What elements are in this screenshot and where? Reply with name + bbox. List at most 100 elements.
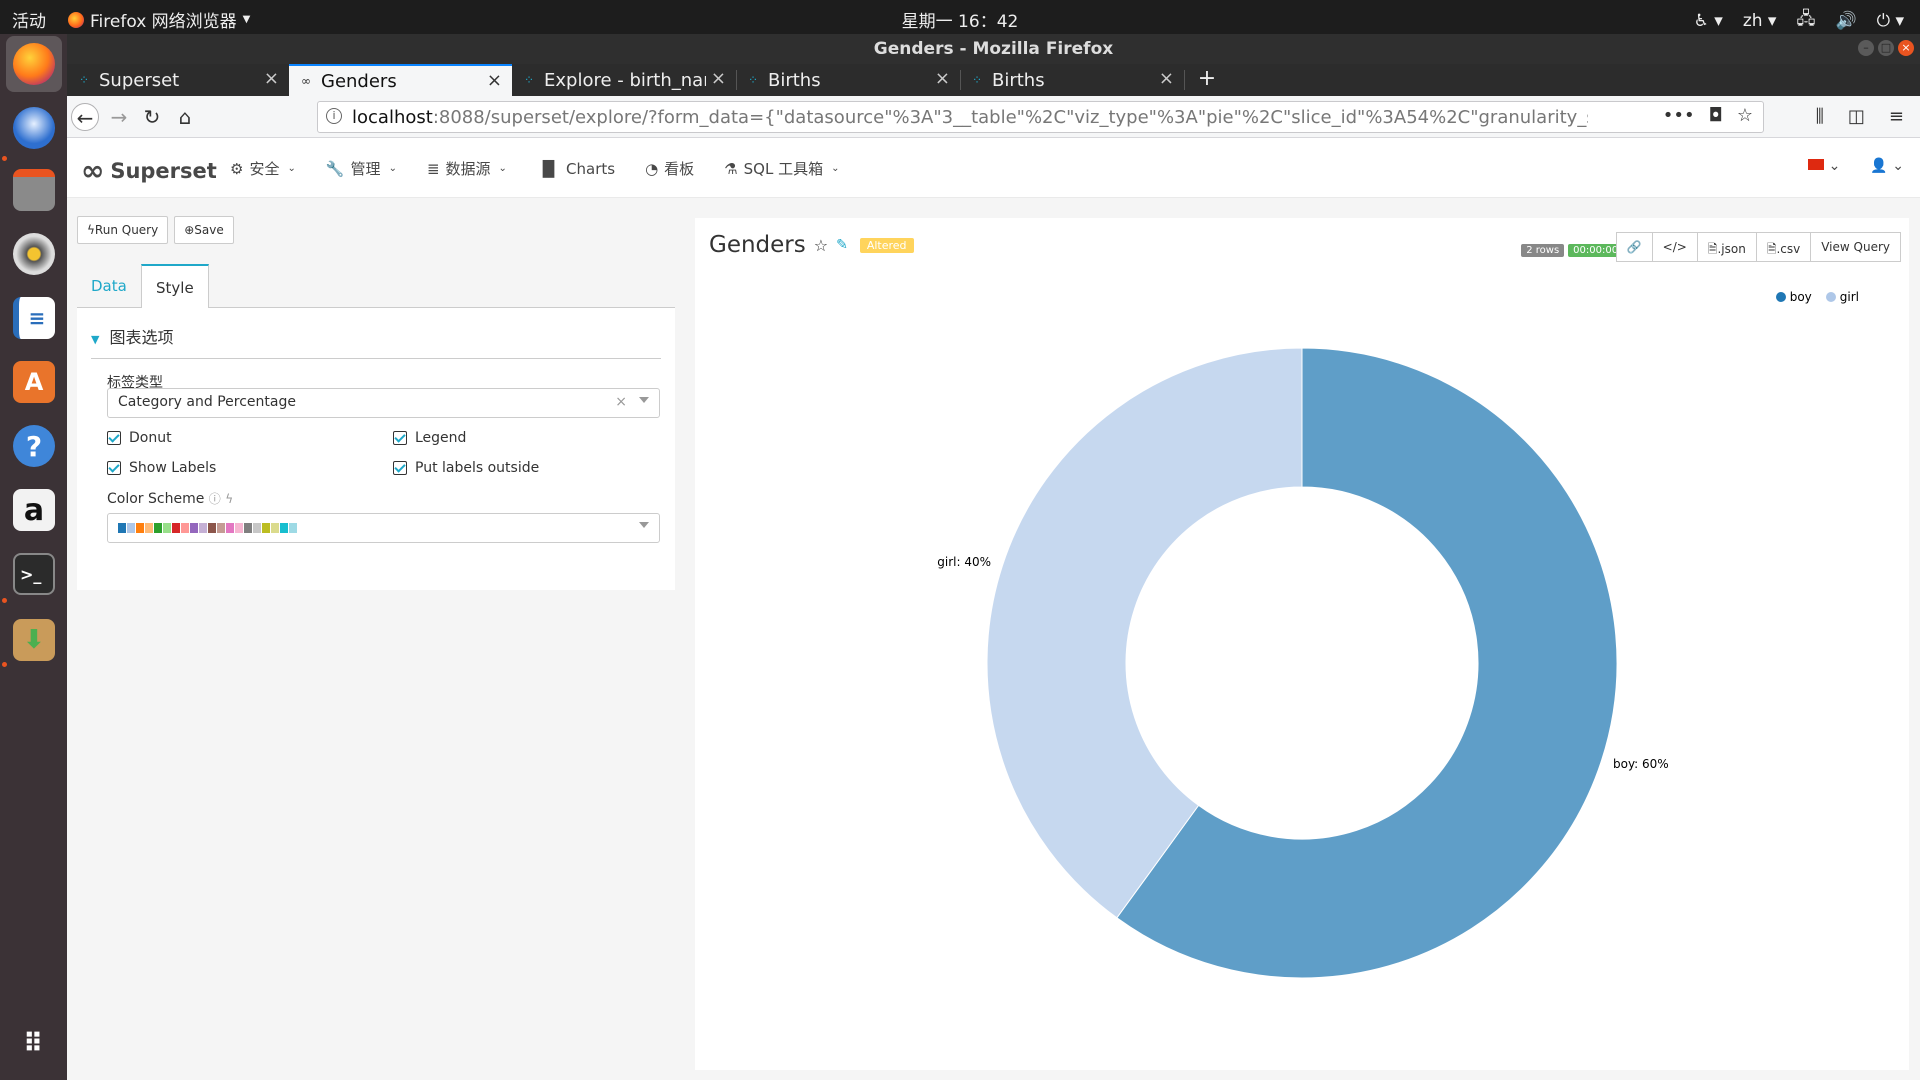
language-switcher[interactable]: ⌄ — [1808, 158, 1840, 174]
user-menu[interactable]: 👤 ⌄ — [1870, 158, 1904, 174]
dock-firefox[interactable] — [6, 36, 62, 92]
new-tab-button[interactable]: + — [1191, 64, 1223, 96]
dock-amazon[interactable]: a — [6, 482, 62, 538]
dropdown-arrow-icon[interactable] — [639, 397, 649, 403]
tab-explore-birth-names[interactable]: ⁘ Explore - birth_names × — [512, 64, 736, 96]
activities-button[interactable]: 活动 — [12, 7, 46, 32]
database-icon: ≣ — [426, 159, 440, 178]
show-apps-button[interactable]: ⠿ — [6, 1016, 62, 1072]
dock-writer[interactable]: ≡ — [6, 290, 62, 346]
close-tab-icon[interactable]: × — [1159, 68, 1174, 89]
sidebar-icon[interactable]: ◫ — [1848, 106, 1865, 127]
chevron-down-icon: ⌄ — [388, 163, 397, 174]
library-icon[interactable]: ⫼ — [1816, 106, 1824, 127]
tab-style[interactable]: Style — [141, 264, 209, 309]
maximize-button[interactable]: □ — [1878, 40, 1894, 56]
power-icon[interactable]: ⏻ ▾ — [1877, 11, 1904, 31]
accessibility-icon[interactable]: ♿ ▾ — [1694, 11, 1723, 31]
favorite-star-icon[interactable]: ☆ — [814, 236, 828, 255]
view-query-button[interactable]: View Query — [1810, 232, 1901, 262]
menu-security[interactable]: ⚙ 安全 ⌄ — [230, 158, 296, 179]
close-tab-icon[interactable]: × — [711, 68, 726, 89]
close-tab-icon[interactable]: × — [935, 68, 950, 89]
embed-code-button[interactable]: </> — [1651, 232, 1698, 262]
back-button[interactable]: ← — [71, 103, 99, 131]
legend-checkbox[interactable]: Legend — [393, 430, 466, 446]
menu-charts[interactable]: ▐▌ Charts — [537, 158, 615, 179]
tab-births-2[interactable]: ⁘ Births × — [960, 64, 1184, 96]
save-button[interactable]: ⊕Save — [174, 216, 234, 244]
tab-genders[interactable]: ∞ Genders × — [289, 64, 512, 96]
labels-outside-checkbox[interactable]: Put labels outside — [393, 460, 539, 476]
show-labels-checkbox[interactable]: Show Labels — [107, 460, 216, 476]
volume-icon[interactable]: 🔊 — [1835, 11, 1856, 31]
bolt-icon: ϟ — [87, 223, 95, 237]
chart-title: Genders ☆ ✎ Altered — [709, 232, 914, 258]
site-info-icon[interactable]: i — [326, 108, 342, 124]
url-path: :8088/superset/explore/?form_data={"data… — [432, 107, 1588, 128]
tab-bar: ⁘ Superset × ∞ Genders × ⁘ Explore - bir… — [67, 64, 1920, 96]
china-flag-icon — [1808, 159, 1825, 170]
dock-software[interactable]: A — [6, 354, 62, 410]
package-installer-icon: ⬇ — [13, 619, 55, 661]
legend-dot — [1775, 292, 1786, 302]
dock-help[interactable]: ? — [6, 418, 62, 474]
clock[interactable]: 星期一 16：42 — [902, 12, 1019, 32]
dock-thunderbird[interactable] — [6, 100, 62, 156]
info-icon[interactable]: ⓘ — [209, 492, 221, 506]
dock-rhythmbox[interactable] — [6, 226, 62, 282]
bolt-icon: ϟ — [225, 492, 234, 506]
export-json-button[interactable]: 🗎.json — [1696, 232, 1757, 262]
url-text[interactable]: localhost:8088/superset/explore/?form_da… — [352, 107, 1588, 128]
copy-link-button[interactable]: 🔗 — [1615, 232, 1653, 262]
export-csv-button[interactable]: 🗎.csv — [1755, 232, 1812, 262]
superset-favicon: ⁘ — [79, 73, 90, 87]
menu-sources[interactable]: ≣ 数据源 ⌄ — [427, 158, 507, 179]
hamburger-menu-icon[interactable]: ≡ — [1889, 106, 1904, 127]
superset-brand[interactable]: ∞ Superset — [81, 154, 217, 187]
dock-files[interactable] — [6, 162, 62, 218]
forward-button[interactable]: → — [105, 103, 133, 131]
gears-icon: ⚙ — [230, 159, 244, 178]
clear-icon[interactable]: × — [615, 394, 627, 410]
menu-manage[interactable]: 🔧 管理 ⌄ — [326, 158, 397, 179]
bookmark-star-icon[interactable]: ☆ — [1737, 105, 1753, 126]
files-icon — [13, 169, 55, 211]
color-swatch — [127, 523, 135, 533]
close-window-button[interactable]: × — [1898, 40, 1914, 56]
section-chart-options[interactable]: ▼ 图表选项 — [91, 324, 661, 359]
minimize-button[interactable]: – — [1858, 40, 1874, 56]
run-query-button[interactable]: ϟRun Query — [77, 216, 169, 244]
dropdown-arrow-icon[interactable] — [639, 522, 649, 528]
color-swatches — [118, 523, 297, 533]
checkbox-label: Put labels outside — [415, 460, 540, 476]
color-swatch — [208, 523, 216, 533]
close-tab-icon[interactable]: × — [264, 68, 279, 89]
tab-births[interactable]: ⁘ Births × — [736, 64, 960, 96]
dock-terminal[interactable]: >_ — [6, 546, 62, 602]
dock-installer[interactable]: ⬇ — [6, 612, 62, 668]
home-button[interactable]: ⌂ — [171, 103, 199, 131]
color-scheme-select[interactable] — [107, 513, 660, 543]
code-icon: </> — [1662, 240, 1687, 254]
tab-superset[interactable]: ⁘ Superset × — [67, 64, 289, 96]
pocket-icon[interactable]: ◘ — [1709, 105, 1723, 126]
label-type-select[interactable]: Category and Percentage × — [107, 388, 660, 418]
page-actions-icon[interactable]: ••• — [1663, 105, 1695, 126]
language-indicator[interactable]: zh ▾ — [1743, 11, 1777, 31]
terminal-icon: >_ — [13, 553, 55, 595]
network-icon[interactable]: 🖧 — [1796, 6, 1815, 35]
save-label: Save — [194, 223, 224, 237]
chart-title-text[interactable]: Genders — [709, 232, 806, 258]
legend-item-boy[interactable]: boy — [1775, 290, 1812, 304]
app-menu[interactable]: Firefox 网络浏览器 ▼ — [68, 7, 250, 32]
legend-item-girl[interactable]: girl — [1825, 290, 1859, 304]
donut-checkbox[interactable]: Donut — [107, 430, 172, 446]
edit-icon[interactable]: ✎ — [836, 237, 848, 253]
tab-data[interactable]: Data — [77, 264, 141, 309]
url-bar[interactable]: i localhost:8088/superset/explore/?form_… — [317, 101, 1764, 133]
close-tab-icon[interactable]: × — [487, 70, 502, 91]
menu-sql-lab[interactable]: ⚗ SQL 工具箱 ⌄ — [724, 158, 839, 179]
menu-dashboards[interactable]: ◔ 看板 — [645, 158, 694, 179]
reload-button[interactable]: ↻ — [138, 103, 166, 131]
